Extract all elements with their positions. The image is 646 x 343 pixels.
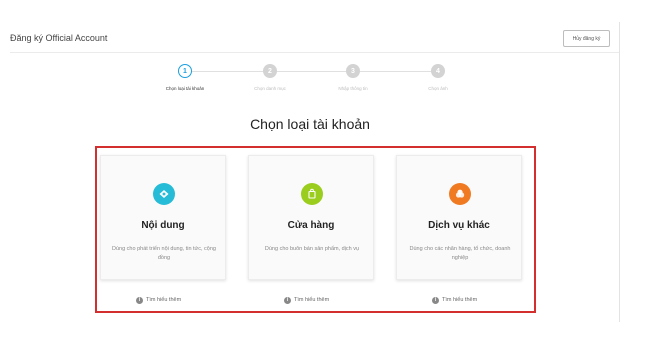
learn-more-link-content[interactable]: i Tìm hiểu thêm: [136, 295, 181, 305]
learn-more-label: Tìm hiểu thêm: [294, 297, 330, 303]
card-description: Dùng cho các nhãn hàng, tổ chức, doanh n…: [409, 246, 511, 261]
step-2-circle: 2: [263, 64, 277, 78]
card-title: Dịch vụ khác: [428, 220, 490, 231]
service-icon: [449, 183, 471, 205]
info-icon: i: [136, 296, 143, 304]
stepper-connector: [359, 71, 432, 72]
step-1-label: Chọn loại tài khoản: [165, 86, 205, 91]
step-3-circle: 3: [346, 64, 360, 78]
learn-more-link-service[interactable]: i Tìm hiểu thêm: [432, 295, 477, 305]
stepper-connector: [189, 71, 264, 72]
learn-more-label: Tìm hiểu thêm: [442, 297, 478, 303]
right-divider: [619, 22, 620, 322]
account-type-card-shop[interactable]: Cửa hàng Dùng cho buôn bán sản phẩm, dịc…: [248, 155, 374, 280]
step-3-label: Nhập thông tin: [338, 86, 368, 91]
account-type-card-service[interactable]: Dịch vụ khác Dùng cho các nhãn hàng, tổ …: [396, 155, 522, 280]
card-title: Cửa hàng: [287, 220, 335, 231]
card-description: Dùng cho phát triển nội dung, tin tức, c…: [112, 246, 216, 261]
info-icon: i: [432, 296, 439, 304]
card-description: Dùng cho buôn bán sản phẩm, dịch vụ: [264, 246, 360, 252]
header-divider: [10, 52, 619, 53]
step-2-label: Chọn danh mục: [254, 86, 286, 91]
page-title: Chọn loại tài khoản: [250, 116, 370, 132]
content-icon: [153, 183, 175, 205]
learn-more-label: Tìm hiểu thêm: [146, 297, 182, 303]
info-icon: i: [284, 296, 291, 304]
shop-icon: [301, 183, 323, 205]
account-type-card-content[interactable]: Nội dung Dùng cho phát triển nội dung, t…: [100, 155, 226, 280]
step-1-circle: 1: [178, 64, 192, 78]
card-title: Nội dung: [141, 220, 185, 231]
cancel-registration-button[interactable]: Hủy đăng ký: [563, 30, 610, 47]
stepper-connector: [276, 71, 347, 72]
page-header-title: Đăng ký Official Account: [10, 33, 108, 43]
step-4-label: Chọn ảnh: [428, 86, 448, 91]
step-4-circle: 4: [431, 64, 445, 78]
learn-more-link-shop[interactable]: i Tìm hiểu thêm: [284, 295, 329, 305]
